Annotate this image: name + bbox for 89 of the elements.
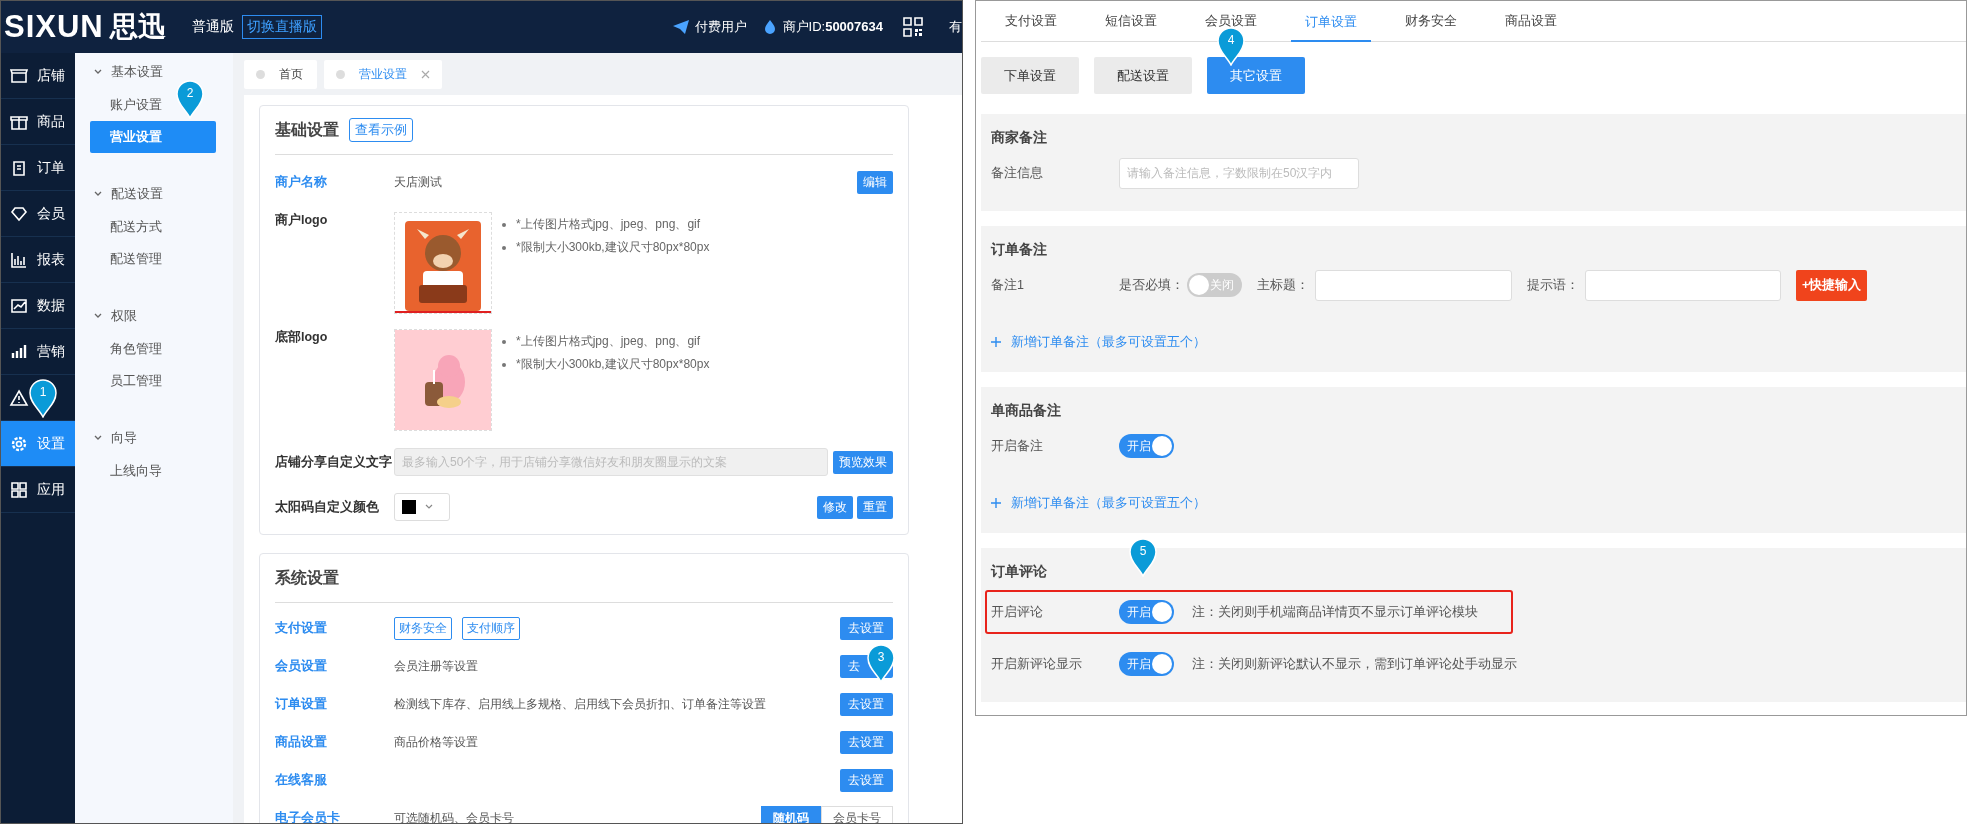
submenu-item[interactable]: 角色管理 bbox=[90, 333, 162, 365]
setting-name: 支付设置 bbox=[275, 619, 328, 637]
upload-hint: *上传图片格式jpg、jpeg、png、gif bbox=[516, 216, 701, 233]
upload-hint: *限制大小300kb,建议尺寸80px*80px bbox=[516, 239, 710, 256]
status-dot bbox=[256, 69, 265, 79]
field-label: 开启评论 bbox=[991, 603, 1044, 621]
switch-edition-link[interactable]: 切换直播版 bbox=[241, 15, 322, 39]
card-title: 基础设置 bbox=[275, 119, 339, 140]
settings-tab[interactable]: 商品设置 bbox=[1505, 13, 1557, 29]
brand-name: 思迅 bbox=[109, 10, 166, 44]
plus-icon bbox=[991, 498, 1001, 508]
upload-hint: *上传图片格式jpg、jpeg、png、gif bbox=[516, 333, 701, 350]
settings-tab[interactable]: 支付设置 bbox=[1005, 13, 1057, 29]
tag-link[interactable]: 财务安全 bbox=[394, 616, 452, 640]
menu-group[interactable]: 向导 bbox=[75, 421, 233, 455]
sub-tab[interactable]: 下单设置 bbox=[981, 57, 1079, 94]
title-field[interactable] bbox=[1315, 269, 1512, 301]
quick-input-button[interactable]: +快捷输入 bbox=[1796, 269, 1868, 301]
menu-group[interactable]: 权限 bbox=[75, 299, 233, 333]
menu-group[interactable]: 配送设置 bbox=[75, 177, 233, 211]
note-text: 注：关闭则手机端商品详情页不显示订单评论模块 bbox=[1192, 603, 1478, 621]
page-tab[interactable]: 营业设置 bbox=[324, 59, 442, 89]
step-marker: 4 bbox=[1216, 26, 1246, 66]
field-label: 开启备注 bbox=[991, 437, 1044, 455]
setting-name: 在线客服 bbox=[275, 771, 328, 789]
submenu-item[interactable]: 配送管理 bbox=[90, 243, 162, 275]
section-title: 商家备注 bbox=[991, 128, 1048, 147]
setting-description: 会员注册等设置 bbox=[394, 657, 478, 675]
field-label: 备注信息 bbox=[991, 164, 1044, 182]
settings-tab[interactable]: 财务安全 bbox=[1405, 13, 1457, 29]
settings-tab[interactable]: 会员设置 bbox=[1205, 13, 1257, 29]
bullet-icon bbox=[502, 245, 506, 250]
segment-option[interactable]: 会员卡号 bbox=[821, 805, 893, 823]
merchant-id: 商户ID:50007634 bbox=[782, 18, 883, 36]
paper-plane-icon bbox=[672, 20, 689, 34]
submenu-item[interactable]: 员工管理 bbox=[90, 365, 162, 397]
section-title: 单商品备注 bbox=[991, 401, 1062, 420]
field-label: 太阳码自定义颜色 bbox=[275, 498, 380, 516]
field-label: 是否必填： bbox=[1119, 276, 1184, 294]
sub-tab[interactable]: 配送设置 bbox=[1094, 57, 1192, 94]
submenu-item[interactable]: 配送方式 bbox=[90, 211, 162, 243]
field-label: 开启新评论显示 bbox=[991, 655, 1083, 673]
status-dot bbox=[336, 69, 345, 79]
user-type-label: 付费用户 bbox=[694, 18, 747, 36]
color-picker[interactable] bbox=[394, 493, 450, 521]
example-button[interactable]: 查看示例 bbox=[349, 118, 413, 142]
setting-description: 检测线下库存、启用线上多规格、启用线下会员折扣、订单备注等设置 bbox=[394, 695, 766, 713]
setting-name: 会员设置 bbox=[275, 657, 328, 675]
submenu-item[interactable]: 账户设置 bbox=[90, 89, 162, 121]
field-label: 主标题： bbox=[1257, 276, 1309, 294]
bullet-icon bbox=[502, 339, 506, 344]
bullet-icon bbox=[502, 222, 506, 227]
plus-icon bbox=[991, 337, 1001, 347]
settings-tab[interactable]: 短信设置 bbox=[1105, 13, 1157, 29]
header-text: 有 bbox=[949, 18, 962, 36]
card-title: 系统设置 bbox=[275, 567, 339, 588]
drop-icon bbox=[762, 20, 777, 34]
field-value: 天店测试 bbox=[394, 173, 442, 191]
brand-logo: SIXUN bbox=[4, 9, 104, 45]
setting-name: 电子会员卡 bbox=[275, 809, 341, 823]
field-label: 店铺分享自定义文字 bbox=[275, 453, 393, 471]
step-marker: 5 bbox=[1128, 537, 1158, 577]
field-label: 商户名称 bbox=[275, 173, 328, 191]
page-tab[interactable]: 首页 bbox=[244, 59, 317, 89]
settings-tab[interactable]: 订单设置 bbox=[1291, 1, 1371, 42]
setting-name: 订单设置 bbox=[275, 695, 328, 713]
tag-link[interactable]: 支付顺序 bbox=[462, 616, 520, 640]
note-text: 注：关闭则新评论默认不显示，需到订单评论处手动显示 bbox=[1192, 655, 1517, 673]
hint-field[interactable] bbox=[1585, 269, 1781, 301]
step-marker: 2 bbox=[175, 79, 205, 119]
warning-icon bbox=[9, 387, 29, 408]
field-label: 底部logo bbox=[275, 329, 329, 346]
edition-label: 普通版 bbox=[191, 18, 234, 36]
field-label: 提示语： bbox=[1527, 276, 1579, 294]
bullet-icon bbox=[502, 362, 506, 367]
field-label: 备注1 bbox=[991, 276, 1025, 294]
submenu-item[interactable]: 上线向导 bbox=[90, 455, 162, 487]
section-title: 订单备注 bbox=[991, 240, 1048, 259]
field-label: 商户logo bbox=[275, 212, 329, 229]
qr-code-icon[interactable] bbox=[903, 17, 923, 37]
grid-icon bbox=[9, 479, 29, 500]
upload-hint: *限制大小300kb,建议尺寸80px*80px bbox=[516, 356, 710, 373]
setting-description: 商品价格等设置 bbox=[394, 733, 478, 751]
step-marker: 3 bbox=[866, 643, 896, 683]
setting-description: 可选随机码、会员卡号 bbox=[394, 809, 514, 823]
setting-name: 商品设置 bbox=[275, 733, 328, 751]
step-marker: 1 bbox=[28, 378, 58, 418]
section-title: 订单评论 bbox=[991, 562, 1048, 581]
remark-field[interactable]: 请输入备注信息，字数限制在50汉字内 bbox=[1119, 157, 1359, 189]
